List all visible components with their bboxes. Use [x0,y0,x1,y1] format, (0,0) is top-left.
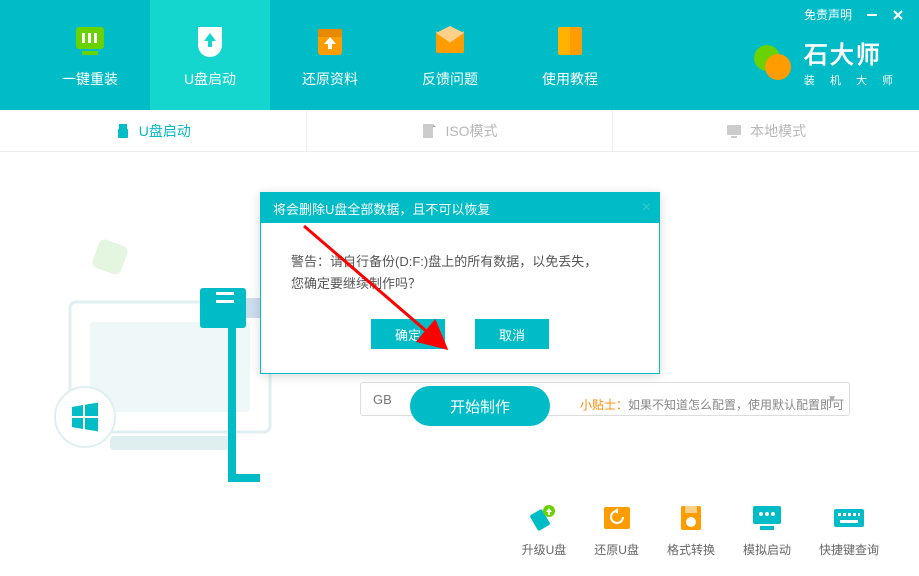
dialog-actions: 确定 取消 [261,319,659,373]
mode-tabs: U盘启动 ISO模式 本地模式 [0,110,919,152]
dialog-text-line2: 您确定要继续制作吗？ [291,273,629,295]
config-tip: 小贴士：如果不知道怎么配置，使用默认配置即可 [580,396,844,413]
dialog-title: 将会删除U盘全部数据，且不可以恢复 [273,199,490,218]
format-convert-icon [674,503,708,533]
cancel-button[interactable]: 取消 [475,319,549,349]
restore-usb-icon [600,503,634,533]
tool-label: 模拟启动 [743,541,791,558]
usb-boot-icon [190,21,230,61]
nav-tutorial[interactable]: 使用教程 [510,0,630,110]
nav-feedback[interactable]: 反馈问题 [390,0,510,110]
tool-simulate-boot[interactable]: 模拟启动 [743,503,791,558]
nav-one-click-reinstall[interactable]: 一键重装 [30,0,150,110]
tool-label: 还原U盘 [594,541,639,558]
ok-button[interactable]: 确定 [371,319,445,349]
tool-upgrade-usb[interactable]: 升级U盘 [522,503,567,558]
brand-logo: 石大师 装 机 大 师 [750,35,899,88]
tip-prefix: 小贴士： [580,398,628,412]
tool-shortcut-query[interactable]: 快捷键查询 [819,503,879,558]
minimize-button[interactable] [866,9,878,21]
nav-label: 使用教程 [542,69,598,89]
tool-restore-usb[interactable]: 还原U盘 [594,503,639,558]
disclaimer-link[interactable]: 免责声明 [804,6,852,23]
window-controls: 免责声明 [804,6,904,23]
nav-usb-boot[interactable]: U盘启动 [150,0,270,110]
nav-label: U盘启动 [184,69,236,89]
simulate-boot-icon [750,503,784,533]
keyboard-icon [832,503,866,533]
usb-icon [115,123,131,139]
restore-icon [310,21,350,61]
tab-usb-boot[interactable]: U盘启动 [0,110,307,151]
tutorial-icon [550,21,590,61]
select-value: GB [373,392,392,407]
app-header: 免责声明 一键重装 U盘启动 还原资料 反馈问题 使用教程 [0,0,919,110]
dialog-close-button[interactable]: × [642,199,651,217]
brand-subtitle: 装 机 大 师 [804,72,899,88]
tab-label: U盘启动 [139,121,191,141]
tab-iso-mode[interactable]: ISO模式 [307,110,614,151]
dialog-text-line1: 警告：请自行备份(D:F:)盘上的所有数据，以免丢失， [291,251,629,273]
tab-label: ISO模式 [445,121,497,141]
iso-icon [421,123,437,139]
brand-name: 石大师 [804,35,899,70]
nav-label: 一键重装 [62,69,118,89]
tip-text: 如果不知道怎么配置，使用默认配置即可 [628,398,844,412]
close-button[interactable] [892,9,904,21]
tool-label: 格式转换 [667,541,715,558]
nav-label: 还原资料 [302,69,358,89]
tab-local-mode[interactable]: 本地模式 [613,110,919,151]
nav-restore-data[interactable]: 还原资料 [270,0,390,110]
logo-icon [750,40,794,84]
dialog-body: 警告：请自行备份(D:F:)盘上的所有数据，以免丢失， 您确定要继续制作吗？ [261,223,659,319]
feedback-icon [430,21,470,61]
tool-label: 快捷键查询 [819,541,879,558]
tool-label: 升级U盘 [522,541,567,558]
upgrade-usb-icon [527,503,561,533]
reinstall-icon [70,21,110,61]
local-icon [726,123,742,139]
tool-format-convert[interactable]: 格式转换 [667,503,715,558]
start-create-button[interactable]: 开始制作 [410,386,550,426]
nav-label: 反馈问题 [422,69,478,89]
confirm-dialog: 将会删除U盘全部数据，且不可以恢复 × 警告：请自行备份(D:F:)盘上的所有数… [260,192,660,374]
bottom-toolbar: 升级U盘 还原U盘 格式转换 模拟启动 快捷键查询 [0,503,919,558]
dialog-title-bar: 将会删除U盘全部数据，且不可以恢复 × [261,193,659,223]
tab-label: 本地模式 [750,121,806,141]
